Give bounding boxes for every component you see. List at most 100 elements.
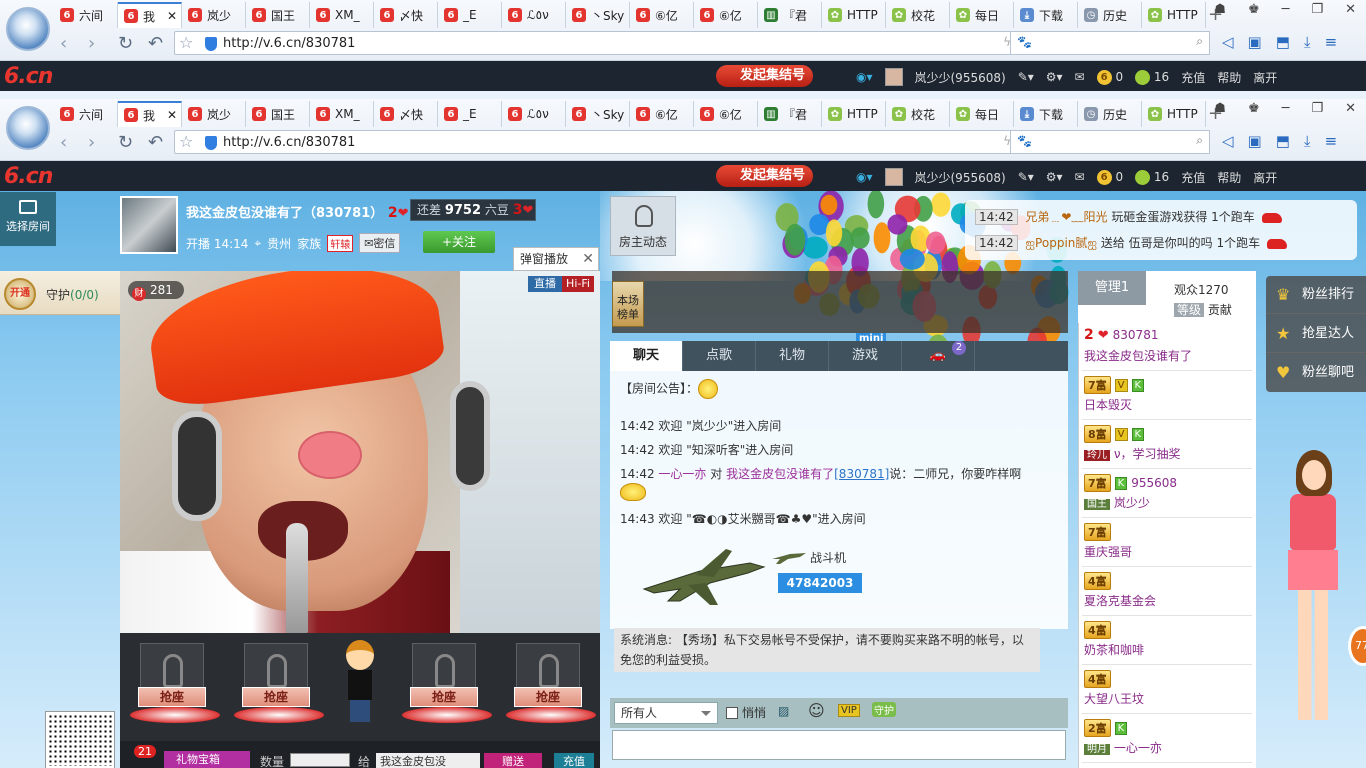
- gear-icon[interactable]: ⚙▾: [1046, 70, 1063, 84]
- refresh-icon[interactable]: ↻: [118, 33, 133, 54]
- maximize-icon[interactable]: ❐: [1311, 2, 1323, 17]
- recharge-link[interactable]: 充值: [1181, 169, 1205, 186]
- broadcast-user[interactable]: 兄弟﹍❤﹏阳光: [1025, 210, 1107, 224]
- menu-icon[interactable]: ≡: [1325, 132, 1338, 150]
- user-name[interactable]: 重庆强哥: [1084, 545, 1132, 559]
- download-icon[interactable]: ⤓: [1304, 132, 1311, 150]
- edit-icon[interactable]: ✎▾: [1018, 170, 1034, 184]
- browser-logo-icon[interactable]: [6, 106, 50, 150]
- tab-12[interactable]: ✿ HTTP: [822, 2, 886, 28]
- tab-1[interactable]: 6 我 ✕: [118, 2, 182, 28]
- tab-8[interactable]: 6 丶Sky: [566, 101, 630, 127]
- search-icon[interactable]: ⌕: [1196, 133, 1203, 148]
- user-list-item[interactable]: 7富 V K 日本毁灭: [1082, 372, 1252, 420]
- user-icon[interactable]: ♚: [1248, 2, 1260, 17]
- search-input[interactable]: 🐾 ⌕: [1010, 31, 1210, 55]
- image-icon[interactable]: ▨: [778, 704, 789, 718]
- tab-manager[interactable]: 管理1: [1078, 271, 1146, 305]
- seat-slot[interactable]: 抢座: [502, 643, 596, 733]
- user-list-item[interactable]: 2 ❤ 830781 我这金皮包没谁有了: [1082, 323, 1252, 371]
- tab-17[interactable]: ✿ HTTP: [1142, 2, 1206, 28]
- tab-4[interactable]: 6 XM_: [310, 2, 374, 28]
- mail-icon[interactable]: ✉: [1075, 70, 1085, 84]
- skin-icon[interactable]: ☗: [1214, 2, 1226, 17]
- tab-14[interactable]: ✿ 每日: [950, 2, 1014, 28]
- host-name[interactable]: 我这金皮包没谁有了（830781）: [186, 206, 383, 221]
- close-icon[interactable]: ✕: [1345, 101, 1356, 116]
- owner-dynamic-button[interactable]: 房主动态: [610, 196, 676, 256]
- tab-9[interactable]: 6 ⑥亿: [630, 2, 694, 28]
- tab-5[interactable]: 6 〆快: [374, 101, 438, 127]
- menu-icon[interactable]: ≡: [1325, 33, 1338, 51]
- live-badge[interactable]: 直播: [528, 276, 562, 292]
- site-logo[interactable]: 6.cn: [4, 64, 53, 89]
- broadcast-user[interactable]: ஐPoppin腻ஐ: [1025, 236, 1097, 250]
- tab-11[interactable]: ▥ 『君: [758, 101, 822, 127]
- help-link[interactable]: 帮助: [1217, 169, 1241, 186]
- username[interactable]: 岚少少(955608): [915, 69, 1006, 86]
- close-tab-icon[interactable]: ✕: [167, 108, 177, 122]
- edit-icon[interactable]: ✎▾: [1018, 70, 1034, 84]
- user-list-item[interactable]: 7富 K 955608 国王 岚少少: [1082, 470, 1252, 518]
- quantity-input[interactable]: [290, 753, 350, 767]
- host-avatar[interactable]: [120, 196, 178, 254]
- user-list-item[interactable]: 7富 重庆强哥: [1082, 519, 1252, 567]
- status-icon[interactable]: ◉▾: [856, 170, 873, 184]
- leave-link[interactable]: 离开: [1253, 169, 1277, 186]
- sort-level[interactable]: 等级: [1174, 303, 1205, 317]
- refresh-icon[interactable]: ↻: [118, 132, 133, 153]
- tab-4[interactable]: 6 XM_: [310, 101, 374, 127]
- tab-3[interactable]: 6 国王: [246, 101, 310, 127]
- star-icon[interactable]: ☆: [179, 33, 193, 52]
- tab-17[interactable]: ✿ HTTP: [1142, 101, 1206, 127]
- chat-input[interactable]: [612, 730, 1066, 760]
- forward-icon[interactable]: ›: [88, 33, 95, 54]
- hifi-badge[interactable]: Hi-Fi: [562, 276, 594, 292]
- tab-13[interactable]: ✿ 校花: [886, 2, 950, 28]
- star-grabber-button[interactable]: ★ 抢星达人: [1266, 315, 1366, 353]
- bookmark-icon[interactable]: ⬒: [1276, 33, 1290, 51]
- follow-button[interactable]: +关注: [423, 231, 495, 253]
- vip-icon[interactable]: VIP: [838, 704, 860, 717]
- fan-chat-button[interactable]: ♥ 粉丝聊吧: [1266, 354, 1366, 392]
- crop-icon[interactable]: ▣: [1248, 33, 1262, 51]
- tab-11[interactable]: ▥ 『君: [758, 2, 822, 28]
- private-message-button[interactable]: ✉密信: [359, 233, 401, 253]
- mail-icon[interactable]: ✉: [1075, 170, 1085, 184]
- user-name[interactable]: 奶茶和咖啡: [1084, 643, 1144, 657]
- user-list-item[interactable]: 4富 大望八王坟: [1082, 666, 1252, 714]
- tab-1[interactable]: 6 我 ✕: [118, 101, 182, 127]
- address-bar[interactable]: ☆ http://v.6.cn/830781 ϟ ⌄ ›: [174, 31, 1058, 55]
- seat-slot[interactable]: 抢座: [398, 643, 492, 733]
- tab-6[interactable]: 6 _E: [438, 101, 502, 127]
- tab-2[interactable]: 6 岚少: [182, 2, 246, 28]
- skin-icon[interactable]: ☗: [1214, 101, 1226, 116]
- user-list-item[interactable]: 2富 K 明月 一心一亦: [1082, 715, 1252, 763]
- select-room-button[interactable]: 选择房间: [0, 192, 56, 246]
- tab-15[interactable]: ⤓ 下载: [1014, 2, 1078, 28]
- tab-13[interactable]: ✿ 校花: [886, 101, 950, 127]
- tab-song[interactable]: 点歌: [683, 341, 756, 371]
- username[interactable]: 岚少少(955608): [915, 169, 1006, 186]
- tab-10[interactable]: 6 ⑥亿: [694, 2, 758, 28]
- star-icon[interactable]: ☆: [179, 132, 193, 151]
- tab-audience[interactable]: 观众1270: [1174, 281, 1229, 298]
- tab-16[interactable]: ◷ 历史: [1078, 2, 1142, 28]
- tab-car[interactable]: 🚗 2: [902, 341, 975, 371]
- user-name[interactable]: 岚少少: [1114, 496, 1150, 510]
- user-list-item[interactable]: 4富 奶茶和咖啡: [1082, 617, 1252, 665]
- user-name[interactable]: ν，学习抽奖: [1114, 447, 1181, 461]
- popup-play[interactable]: 弹窗播放 ✕: [513, 247, 599, 271]
- back-icon[interactable]: ‹: [60, 33, 67, 54]
- tab-0[interactable]: 6 六间: [54, 101, 118, 127]
- user-name[interactable]: 夏洛克基金会: [1084, 594, 1156, 608]
- send-gift-button[interactable]: 赠送: [484, 753, 542, 768]
- user-list-item[interactable]: 4富 夏洛克基金会: [1082, 568, 1252, 616]
- user-name[interactable]: 大望八王坟: [1084, 692, 1144, 706]
- undo-icon[interactable]: ↶: [148, 33, 163, 54]
- back-icon[interactable]: ‹: [60, 132, 67, 153]
- tab-2[interactable]: 6 岚少: [182, 101, 246, 127]
- gift-box-button[interactable]: 礼物宝箱: [164, 751, 250, 768]
- grab-seat-button[interactable]: 抢座: [242, 687, 310, 707]
- tab-6[interactable]: 6 _E: [438, 2, 502, 28]
